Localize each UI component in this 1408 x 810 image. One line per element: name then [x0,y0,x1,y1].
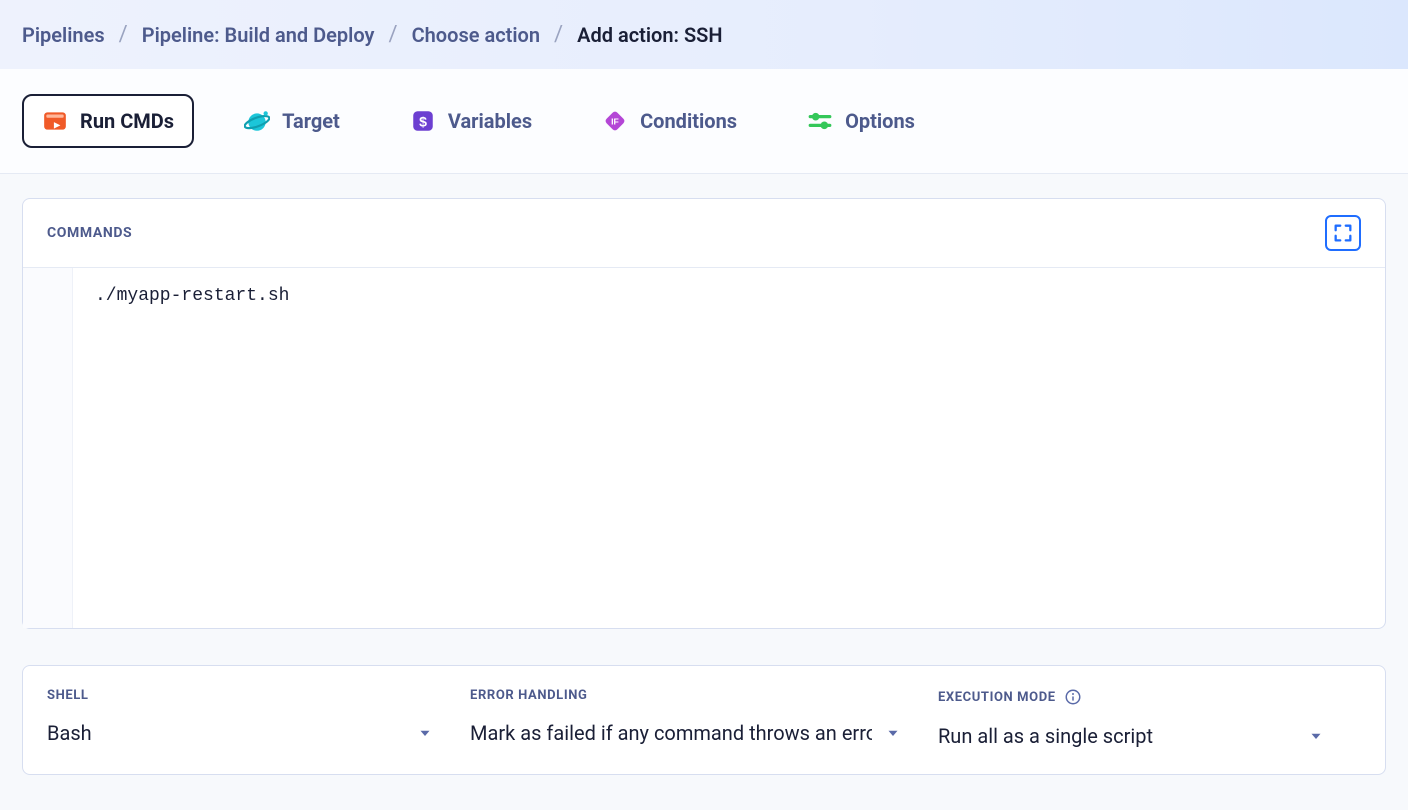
execution-mode-value: Run all as a single script [938,724,1153,748]
shell-label: SHELL [47,688,89,703]
options-row: SHELL Bash ERROR HANDLING Mark as failed… [22,665,1386,775]
shell-column: SHELL Bash [47,688,470,748]
expand-icon [1332,222,1354,244]
info-icon[interactable] [1064,688,1082,706]
commands-panel: COMMANDS ./myapp-restart.sh [22,198,1386,629]
editor-gutter [23,268,73,628]
tab-options[interactable]: Options [787,94,935,148]
error-handling-label: ERROR HANDLING [470,688,587,703]
breadcrumb-separator: / [554,22,563,47]
breadcrumb-separator: / [119,22,128,47]
dollar-box-icon: $ [410,108,436,134]
tab-target[interactable]: Target [224,94,360,148]
commands-panel-title: COMMANDS [47,225,132,241]
breadcrumb-current: Add action: SSH [577,23,722,47]
error-handling-select[interactable]: Mark as failed if any command throws an … [470,721,914,745]
svg-text:$: $ [419,113,427,129]
execution-mode-label: EXECUTION MODE [938,690,1056,705]
tab-label: Conditions [640,109,737,133]
expand-editor-button[interactable] [1325,215,1361,251]
chevron-down-icon [416,724,434,742]
error-handling-value: Mark as failed if any command throws an … [470,721,872,745]
terminal-icon [42,108,68,134]
error-handling-column: ERROR HANDLING Mark as failed if any com… [470,688,938,748]
tab-run-cmds[interactable]: Run CMDs [22,94,194,148]
breadcrumb-separator: / [388,22,397,47]
tab-label: Variables [448,109,532,133]
tab-label: Options [845,109,915,133]
breadcrumb: Pipelines / Pipeline: Build and Deploy /… [0,0,1408,69]
breadcrumb-pipelines[interactable]: Pipelines [22,23,105,47]
execution-mode-column: EXECUTION MODE Run all as a single scrip… [938,688,1361,748]
chevron-down-icon [1307,727,1325,745]
tab-variables[interactable]: $ Variables [390,94,552,148]
chevron-down-icon [884,724,902,742]
tab-label: Target [282,109,340,133]
commands-panel-header: COMMANDS [23,199,1385,268]
diamond-if-icon: IF [602,108,628,134]
tabs-row: Run CMDs Target $ Variables IF Con [0,69,1408,174]
content-area: COMMANDS ./myapp-restart.sh SHELL Bash [0,174,1408,799]
shell-select[interactable]: Bash [47,721,446,745]
breadcrumb-choose-action[interactable]: Choose action [412,23,540,47]
execution-mode-select[interactable]: Run all as a single script [938,724,1337,748]
sliders-icon [807,108,833,134]
planet-icon [244,108,270,134]
svg-text:IF: IF [611,116,619,126]
tab-label: Run CMDs [80,109,174,133]
shell-value: Bash [47,721,92,745]
code-content[interactable]: ./myapp-restart.sh [73,268,1385,628]
code-editor[interactable]: ./myapp-restart.sh [23,268,1385,628]
tab-conditions[interactable]: IF Conditions [582,94,757,148]
breadcrumb-pipeline-build-deploy[interactable]: Pipeline: Build and Deploy [142,23,375,47]
